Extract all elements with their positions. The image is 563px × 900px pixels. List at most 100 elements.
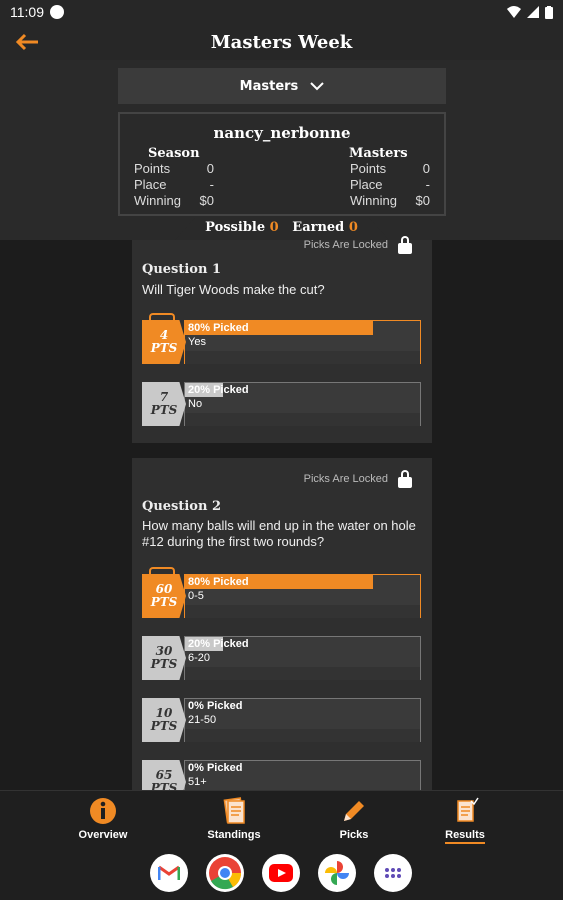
event-dropdown-value: Masters (239, 78, 299, 94)
answer-option-box: 20% Picked No (184, 382, 421, 426)
nav-picks[interactable]: Picks (299, 791, 409, 849)
pick-percent-label: 80% Picked (188, 576, 249, 588)
nav-overview[interactable]: Overview (48, 791, 158, 849)
season-points-label: Points (134, 161, 171, 176)
answer-footer (185, 351, 420, 364)
picks-locked: Picks Are Locked (304, 236, 412, 254)
question-card: Picks Are Locked Question 2 How many bal… (132, 458, 432, 804)
points-unit: PTS (150, 403, 178, 417)
pencil-icon (344, 801, 364, 821)
answer-label: 21-50 (188, 714, 217, 726)
earned-label: Earned (292, 220, 345, 235)
answer-label: No (188, 398, 203, 410)
status-bar: 11:09 (0, 0, 563, 24)
points-badge: 4 PTS (142, 320, 186, 364)
question-text: Will Tiger Woods make the cut? (142, 282, 325, 297)
apps-grid-icon[interactable] (374, 854, 412, 892)
nav-standings-label: Standings (207, 829, 261, 841)
answer-option[interactable]: 80% Picked 0-5 60 PTS (142, 567, 421, 618)
answer-option-box: 80% Picked Yes (184, 320, 421, 364)
lock-icon (398, 236, 412, 254)
selected-marker (149, 567, 175, 575)
pick-percent-label: 80% Picked (188, 322, 249, 334)
season-heading: Season (148, 146, 200, 161)
answer-label: 6-20 (188, 652, 211, 664)
gmail-icon[interactable] (150, 854, 188, 892)
selected-marker (149, 313, 175, 321)
signal-icon (527, 6, 539, 18)
nav-overview-label: Overview (78, 829, 128, 841)
back-arrow-icon[interactable] (14, 28, 42, 56)
standings-icon (223, 797, 245, 824)
masters-place-label: Place (350, 177, 383, 192)
pick-percent-label: 0% Picked (188, 700, 243, 712)
page-title: Masters Week (210, 31, 353, 53)
pick-percent-label: 20% Picked (188, 638, 249, 650)
nav-picks-label: Picks (339, 829, 369, 841)
points-unit: PTS (150, 341, 178, 355)
points-badge: 30 PTS (142, 636, 186, 680)
season-place: - (209, 177, 214, 192)
points-badge: 7 PTS (142, 382, 186, 426)
season-winning-label: Winning (134, 193, 181, 208)
masters-heading: Masters (349, 146, 408, 161)
info-icon (90, 798, 116, 824)
answer-footer (185, 667, 420, 680)
bottom-nav: Overview Standings Picks Results (0, 790, 563, 848)
answer-option[interactable]: 0% Picked 21-50 10 PTS (142, 698, 421, 742)
possible-value: 0 (269, 220, 279, 235)
picks-locked-label: Picks Are Locked (303, 239, 388, 251)
points-unit: PTS (150, 719, 178, 733)
question-title: Question 1 (142, 262, 222, 277)
user-stats-card: nancy_nerbonne Season Masters Points 0 P… (118, 112, 446, 216)
answer-option-box: 0% Picked 21-50 (184, 698, 421, 742)
answer-option-box: 20% Picked 6-20 (184, 636, 421, 680)
masters-winning-label: Winning (350, 193, 397, 208)
answer-option[interactable]: 20% Picked 6-20 30 PTS (142, 636, 421, 680)
chrome-icon[interactable] (206, 854, 244, 892)
picks-locked-label: Picks Are Locked (303, 473, 388, 485)
masters-place: - (425, 177, 430, 192)
nav-results[interactable]: Results (410, 791, 520, 849)
status-time: 11:09 (10, 4, 44, 20)
app-bar: Masters Week (0, 24, 563, 60)
question-card: Picks Are Locked Question 1 Will Tiger W… (132, 236, 432, 443)
status-icons (507, 5, 553, 19)
notification-icon (50, 5, 64, 19)
answer-option[interactable]: 20% Picked No 7 PTS (142, 382, 421, 426)
masters-points: 0 (422, 161, 430, 176)
lock-icon (398, 470, 412, 488)
answer-label: 0-5 (188, 590, 204, 602)
youtube-icon[interactable] (262, 854, 300, 892)
points-badge: 60 PTS (142, 574, 186, 618)
answer-footer (185, 729, 420, 742)
answer-footer (185, 605, 420, 618)
question-text: How many balls will end up in the water … (142, 518, 416, 549)
answer-option[interactable]: 80% Picked Yes 4 PTS (142, 313, 421, 364)
user-name: nancy_nerbonne (213, 124, 351, 142)
earned-value: 0 (348, 220, 358, 235)
answer-label: Yes (188, 336, 206, 348)
nav-results-label: Results (445, 829, 485, 844)
possible-label: Possible (205, 220, 266, 235)
totals-row: Possible 0 Earned 0 (0, 220, 563, 235)
results-icon (457, 797, 479, 822)
season-points: 0 (206, 161, 214, 176)
masters-points-label: Points (350, 161, 387, 176)
app-dock (0, 848, 563, 900)
nav-standings[interactable]: Standings (179, 791, 289, 849)
question-title: Question 2 (142, 499, 222, 514)
points-unit: PTS (150, 657, 178, 671)
event-dropdown[interactable]: Masters (118, 68, 446, 104)
answer-footer (185, 413, 420, 426)
points-badge: 10 PTS (142, 698, 186, 742)
answer-option-box: 80% Picked 0-5 (184, 574, 421, 618)
chevron-down-icon (310, 82, 325, 91)
season-winning: $0 (199, 193, 214, 208)
picks-locked: Picks Are Locked (304, 470, 412, 488)
pick-percent-label: 0% Picked (188, 762, 243, 774)
masters-winning: $0 (415, 193, 430, 208)
points-unit: PTS (150, 595, 178, 609)
photos-icon[interactable] (318, 854, 356, 892)
battery-icon (545, 5, 553, 19)
